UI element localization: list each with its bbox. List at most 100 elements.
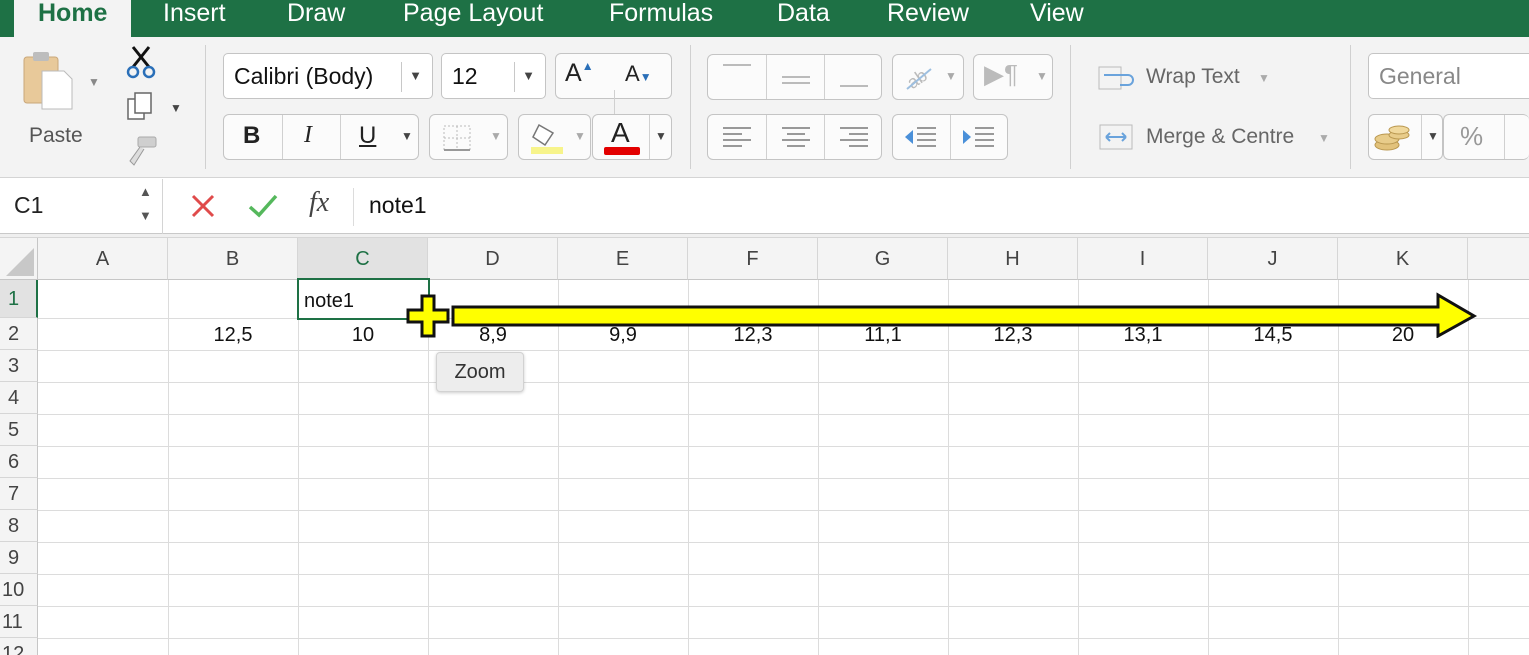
row-header-2[interactable]: 2: [0, 318, 38, 350]
cut-icon[interactable]: [125, 45, 157, 79]
percent-style-button[interactable]: %: [1443, 114, 1529, 160]
cell-b2[interactable]: 12,5: [168, 324, 298, 347]
column-header-c[interactable]: C: [298, 238, 428, 280]
column-header-g[interactable]: G: [818, 238, 948, 280]
grid-line: [38, 382, 1529, 383]
borders-button[interactable]: ▼: [429, 114, 508, 160]
row-header-4[interactable]: 4: [0, 382, 38, 414]
column-header-d[interactable]: D: [428, 238, 558, 280]
grid-line: [38, 638, 1529, 639]
select-all-triangle-icon: [6, 248, 34, 276]
orientation-button[interactable]: ab ▼: [892, 54, 964, 100]
stepper-up-icon[interactable]: ▲: [139, 185, 152, 199]
number-format-dropdown[interactable]: General: [1368, 53, 1529, 99]
row-header-8[interactable]: 8: [0, 510, 38, 542]
button-separator: [766, 55, 767, 99]
underline-button[interactable]: U: [359, 122, 376, 150]
bold-button[interactable]: B: [243, 122, 260, 150]
align-middle-button[interactable]: [782, 76, 810, 84]
copy-dropdown-icon[interactable]: ▼: [170, 101, 182, 115]
italic-button[interactable]: I: [304, 122, 312, 149]
row-header-6[interactable]: 6: [0, 446, 38, 478]
yellow-arrow-annotation: [451, 292, 1478, 338]
name-box-value: C1: [14, 192, 44, 218]
tab-insert[interactable]: Insert: [163, 0, 226, 37]
tab-review[interactable]: Review: [887, 0, 969, 37]
decrease-font-size-button[interactable]: A▼: [625, 61, 652, 87]
row-header-12[interactable]: 12: [0, 638, 38, 655]
name-box[interactable]: C1 ▲ ▼: [0, 179, 163, 234]
button-separator: [282, 115, 283, 159]
row-header-5[interactable]: 5: [0, 414, 38, 446]
insert-function-button[interactable]: fx: [309, 187, 329, 219]
grid-line: [38, 446, 1529, 447]
tab-page-layout[interactable]: Page Layout: [403, 0, 543, 37]
chevron-down-icon: ▼: [1258, 71, 1270, 85]
column-header-l[interactable]: [1468, 238, 1529, 280]
row-header-9[interactable]: 9: [0, 542, 38, 574]
align-top-button[interactable]: [723, 64, 751, 90]
format-painter-icon[interactable]: [124, 135, 158, 167]
font-size-dropdown[interactable]: 12 ▼: [441, 53, 546, 99]
fill-color-button[interactable]: ▼: [518, 114, 591, 160]
chevron-down-icon: ▼: [1427, 129, 1439, 143]
accounting-format-button[interactable]: ▼: [1368, 114, 1443, 160]
grid-line: [38, 478, 1529, 479]
column-header-i[interactable]: I: [1078, 238, 1208, 280]
copy-icon[interactable]: [126, 91, 156, 123]
wrap-text-icon: [1098, 66, 1134, 90]
align-center-icon[interactable]: [781, 126, 811, 148]
coins-icon: [1374, 125, 1410, 151]
font-color-glyph: A: [611, 117, 630, 148]
column-header-f[interactable]: F: [688, 238, 818, 280]
formula-separator: [353, 188, 354, 226]
tab-draw[interactable]: Draw: [287, 0, 345, 37]
increase-indent-icon[interactable]: [961, 126, 995, 148]
grid-line: [38, 574, 1529, 575]
increase-font-size-button[interactable]: A▲: [565, 59, 594, 88]
row-header-10[interactable]: 10: [0, 574, 38, 606]
chevron-down-icon: ▼: [409, 68, 422, 83]
paste-dropdown-icon[interactable]: ▼: [88, 75, 100, 89]
tab-data[interactable]: Data: [777, 0, 830, 37]
paste-button[interactable]: ▼: [20, 49, 100, 119]
paste-label: Paste: [29, 124, 83, 147]
row-header-3[interactable]: 3: [0, 350, 38, 382]
tooltip-zoom: Zoom: [436, 352, 524, 392]
button-separator: [950, 115, 951, 159]
align-left-icon[interactable]: [722, 126, 752, 148]
row-header-11[interactable]: 11: [0, 606, 38, 638]
stepper-down-icon[interactable]: ▼: [139, 209, 152, 223]
button-separator: [766, 115, 767, 159]
column-header-j[interactable]: J: [1208, 238, 1338, 280]
tab-formulas[interactable]: Formulas: [609, 0, 713, 37]
row-header-7[interactable]: 7: [0, 478, 38, 510]
paragraph-direction-button[interactable]: ▶¶ ▼: [973, 54, 1053, 100]
column-header-b[interactable]: B: [168, 238, 298, 280]
select-all-corner[interactable]: [0, 238, 38, 280]
column-header-e[interactable]: E: [558, 238, 688, 280]
tab-home[interactable]: Home: [14, 0, 132, 37]
underline-dropdown-icon[interactable]: ▼: [401, 129, 413, 143]
percent-label: %: [1460, 121, 1484, 151]
align-bottom-button[interactable]: [840, 85, 868, 87]
paragraph-icon: ▶¶: [984, 59, 1018, 89]
column-header-a[interactable]: A: [38, 238, 168, 280]
cancel-icon[interactable]: [190, 193, 216, 219]
row-header-1[interactable]: 1: [0, 280, 38, 318]
borders-icon: [443, 125, 471, 151]
dropdown-separator: [514, 62, 515, 92]
font-color-button[interactable]: A ▼: [592, 114, 672, 160]
align-right-icon[interactable]: [839, 126, 869, 148]
ribbon-separator: [1350, 45, 1351, 169]
check-icon[interactable]: [248, 193, 278, 219]
chevron-down-icon: ▼: [945, 69, 957, 83]
column-header-k[interactable]: K: [1338, 238, 1468, 280]
formula-input[interactable]: note1: [369, 192, 427, 219]
column-header-h[interactable]: H: [948, 238, 1078, 280]
formula-bar: C1 ▲ ▼ fx note1: [0, 179, 1529, 234]
decrease-indent-icon[interactable]: [903, 126, 937, 148]
font-name-dropdown[interactable]: Calibri (Body) ▼: [223, 53, 433, 99]
tab-view[interactable]: View: [1030, 0, 1084, 37]
button-separator: [824, 115, 825, 159]
